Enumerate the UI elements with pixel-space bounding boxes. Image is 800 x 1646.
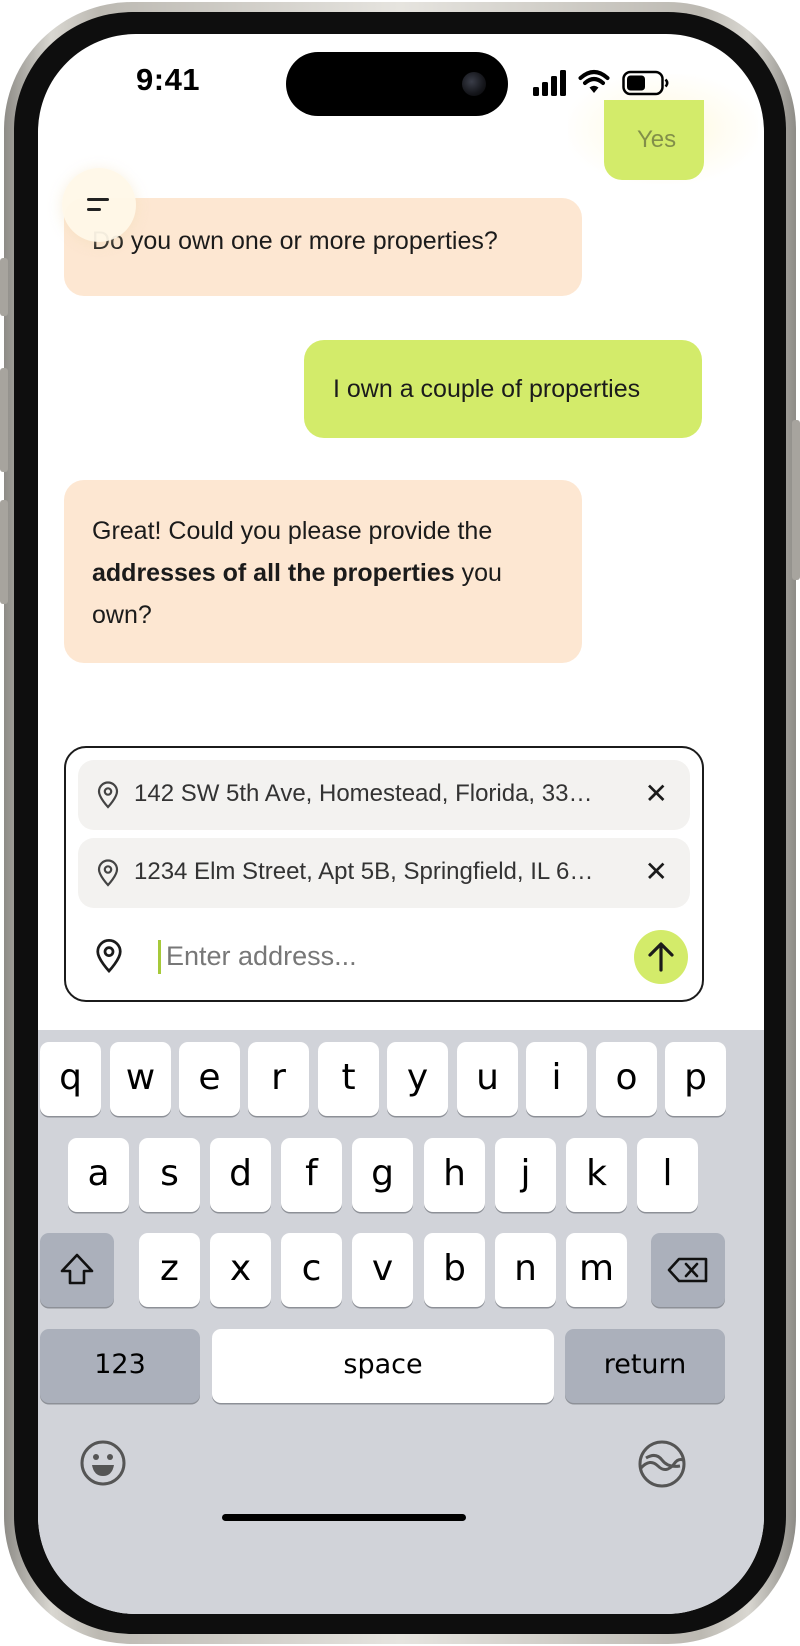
send-button[interactable] <box>634 930 688 984</box>
bot-message-text: Great! Could you please provide the addr… <box>92 517 502 629</box>
return-key[interactable]: return <box>565 1329 725 1403</box>
key-s[interactable]: s <box>139 1138 200 1212</box>
shift-key[interactable] <box>40 1233 114 1307</box>
previous-user-message-text: Yes <box>637 126 677 153</box>
key-j[interactable]: j <box>495 1138 556 1212</box>
key-w[interactable]: w <box>110 1042 171 1116</box>
key-f[interactable]: f <box>281 1138 342 1212</box>
phone-screen: Yes 9:41 Do you own one or more properti… <box>38 34 764 1614</box>
shift-icon <box>60 1253 94 1285</box>
key-l[interactable]: l <box>637 1138 698 1212</box>
remove-address-button[interactable]: ✕ <box>645 858 668 886</box>
address-text: 142 SW 5th Ave, Homestead, Florida, 33… <box>134 780 593 807</box>
home-indicator <box>222 1514 466 1521</box>
key-i[interactable]: i <box>526 1042 587 1116</box>
key-e[interactable]: e <box>179 1042 240 1116</box>
menu-button[interactable] <box>62 168 136 242</box>
delete-key[interactable] <box>651 1233 725 1307</box>
location-pin-icon <box>97 781 119 809</box>
side-button-right <box>792 420 800 580</box>
backspace-icon <box>667 1257 708 1283</box>
key-u[interactable]: u <box>457 1042 518 1116</box>
key-t[interactable]: t <box>318 1042 379 1116</box>
bot-message-text: Do you own one or more properties? <box>92 227 498 255</box>
globe-icon[interactable] <box>636 1438 688 1490</box>
address-text: 1234 Elm Street, Apt 5B, Springfield, IL… <box>134 858 594 885</box>
key-m[interactable]: m <box>566 1233 627 1307</box>
bot-message: Do you own one or more properties? <box>64 198 582 296</box>
key-y[interactable]: y <box>387 1042 448 1116</box>
camera-icon <box>462 72 486 96</box>
key-g[interactable]: g <box>352 1138 413 1212</box>
dynamic-island <box>286 52 508 116</box>
key-z[interactable]: z <box>139 1233 200 1307</box>
key-b[interactable]: b <box>424 1233 485 1307</box>
side-button-left-3 <box>0 500 8 604</box>
remove-address-button[interactable]: ✕ <box>645 780 668 808</box>
key-k[interactable]: k <box>566 1138 627 1212</box>
numbers-key[interactable]: 123 <box>40 1329 200 1403</box>
status-time: 9:41 <box>136 62 201 97</box>
key-p[interactable]: p <box>665 1042 726 1116</box>
user-message-text: I own a couple of properties <box>333 375 641 403</box>
key-a[interactable]: a <box>68 1138 129 1212</box>
battery-icon <box>622 70 669 96</box>
bot-message: Great! Could you please provide the addr… <box>64 480 582 663</box>
keyboard: q w e r t y u i o p a s d f g h j k l z … <box>38 1030 764 1614</box>
key-v[interactable]: v <box>352 1233 413 1307</box>
address-chip: 142 SW 5th Ave, Homestead, Florida, 33… … <box>78 760 690 830</box>
key-r[interactable]: r <box>248 1042 309 1116</box>
key-d[interactable]: d <box>210 1138 271 1212</box>
address-input[interactable] <box>166 934 606 978</box>
previous-user-message: Yes <box>604 100 704 180</box>
signal-icon <box>533 70 566 96</box>
emoji-icon[interactable] <box>78 1438 128 1488</box>
location-pin-icon <box>97 859 119 887</box>
address-chip: 1234 Elm Street, Apt 5B, Springfield, IL… <box>78 838 690 908</box>
key-c[interactable]: c <box>281 1233 342 1307</box>
key-x[interactable]: x <box>210 1233 271 1307</box>
space-key[interactable]: space <box>212 1329 554 1403</box>
arrow-up-icon <box>648 942 674 972</box>
wifi-icon <box>578 70 610 93</box>
text-caret <box>158 940 161 974</box>
key-q[interactable]: q <box>40 1042 101 1116</box>
user-message: I own a couple of properties <box>304 340 702 438</box>
address-composer: 142 SW 5th Ave, Homestead, Florida, 33… … <box>64 746 704 1002</box>
side-button-left-1 <box>0 258 8 316</box>
key-h[interactable]: h <box>424 1138 485 1212</box>
key-n[interactable]: n <box>495 1233 556 1307</box>
location-pin-icon <box>96 939 122 973</box>
key-o[interactable]: o <box>596 1042 657 1116</box>
side-button-left-2 <box>0 368 8 472</box>
